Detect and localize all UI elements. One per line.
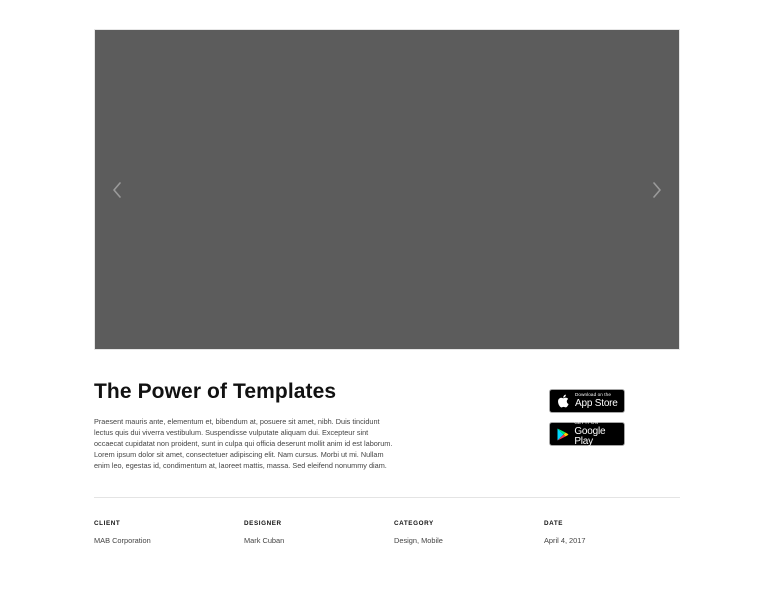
- meta-date: DATE April 4, 2017: [544, 519, 684, 546]
- meta-category-value: Design, Mobile: [394, 536, 443, 545]
- google-play-badge[interactable]: GET IT ON Google Play: [549, 421, 625, 447]
- google-play-icon: [556, 426, 569, 442]
- meta-designer-label: DESIGNER: [244, 520, 282, 527]
- meta-client-value: MAB Corporation: [94, 536, 151, 545]
- meta-designer: DESIGNER Mark Cuban: [244, 519, 384, 546]
- meta-client: CLIENT MAB Corporation: [94, 519, 234, 546]
- app-store-badge[interactable]: Download on the App Store: [549, 389, 625, 413]
- page-title: The Power of Templates: [94, 380, 337, 403]
- meta-designer-value: Mark Cuban: [244, 536, 285, 545]
- google-play-large-text: Google Play: [574, 425, 606, 447]
- divider: [94, 497, 680, 498]
- meta-client-label: CLIENT: [94, 520, 121, 527]
- apple-icon: [556, 393, 570, 409]
- meta-category-label: CATEGORY: [394, 520, 434, 527]
- meta-date-value: April 4, 2017: [544, 536, 586, 545]
- app-store-large-text: App Store: [575, 397, 618, 409]
- chevron-right-icon[interactable]: [648, 181, 666, 199]
- chevron-left-icon[interactable]: [108, 181, 126, 199]
- meta-category: CATEGORY Design, Mobile: [394, 519, 534, 546]
- meta-date-label: DATE: [544, 520, 564, 527]
- image-slider[interactable]: [94, 29, 680, 350]
- project-description: Praesent mauris ante, elementum et, bibe…: [94, 417, 393, 471]
